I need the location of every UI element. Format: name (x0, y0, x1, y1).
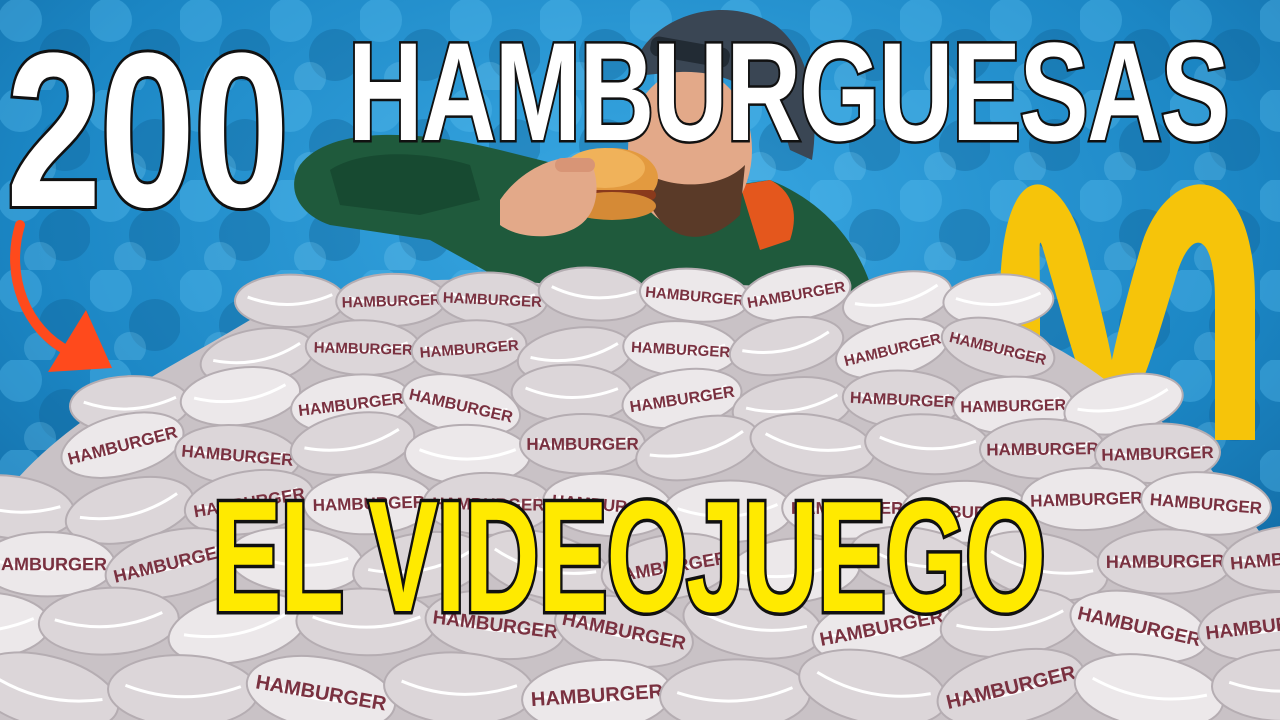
subtitle: EL VIDEOJUEGO (210, 469, 1049, 645)
svg-text:HAMBURGER: HAMBURGER (986, 439, 1099, 459)
svg-text:HAMBURGER: HAMBURGER (0, 554, 107, 574)
svg-text:HAMBURGER: HAMBURGER (1106, 551, 1225, 572)
svg-text:HAMBURGER: HAMBURGER (960, 397, 1067, 416)
svg-text:HAMBURGER: HAMBURGER (1030, 488, 1143, 511)
svg-text:HAMBURGER: HAMBURGER (313, 339, 413, 358)
title-word: HAMBURGUESAS (346, 13, 1231, 170)
svg-text:HAMBURGER: HAMBURGER (526, 435, 638, 454)
title-number: 200 (4, 7, 292, 253)
svg-text:HAMBURGER: HAMBURGER (1101, 443, 1214, 465)
svg-text:HAMBURGER: HAMBURGER (341, 292, 441, 312)
